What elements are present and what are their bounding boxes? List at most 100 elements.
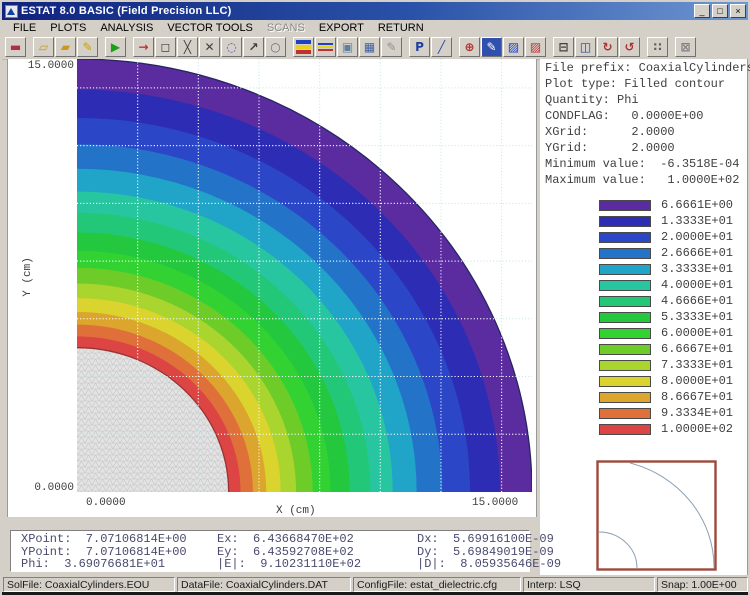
element-view-icon[interactable]: ▣ (337, 37, 358, 57)
geometry-overview-thumbnail[interactable] (596, 460, 718, 572)
legend-row: 7.3333E+01 (545, 357, 747, 373)
plot-info-line: YGrid: 2.0000 (545, 140, 747, 156)
menu-item-file[interactable]: FILE (6, 22, 43, 34)
readout-value: Ex: 6.43668470E+02 (217, 533, 417, 546)
mouse-tool-icon[interactable]: ○ (265, 37, 286, 57)
title-bar[interactable]: ESTAT 8.0 BASIC (Field Precision LLC) _ … (2, 2, 748, 20)
x-axis-title: X (cm) (276, 505, 316, 517)
readout-value: XPoint: 7.07106814E+00 (21, 533, 217, 546)
legend-value: 4.0000E+01 (661, 278, 733, 292)
line-scan-icon[interactable]: ╱ (431, 37, 452, 57)
window-title: ESTAT 8.0 BASIC (Field Precision LLC) (21, 5, 694, 17)
window-controls: _ □ × (694, 4, 746, 18)
edit-file-icon[interactable]: ✎ (77, 37, 98, 57)
legend-swatch (599, 408, 651, 419)
status-bar: SolFile: CoaxialCylinders.EOU DataFile: … (2, 577, 748, 592)
legend-row: 6.6661E+00 (545, 197, 747, 213)
filled-contour-icon[interactable] (293, 37, 314, 57)
legend-row: 6.6667E+01 (545, 341, 747, 357)
legend-value: 1.3333E+01 (661, 214, 733, 228)
close-button[interactable]: × (730, 4, 746, 18)
menu-item-plots[interactable]: PLOTS (43, 22, 93, 34)
annotate-icon[interactable]: ✎ (481, 37, 502, 57)
results-panel: File prefix: CoaxialCylinders.EPlot type… (540, 59, 748, 575)
legend-row: 4.6666E+01 (545, 293, 747, 309)
minimize-button[interactable]: _ (694, 4, 710, 18)
stripe (296, 40, 311, 44)
plot-panel: 15.0000 0.0000 0.0000 15.0000 X (cm) Y (… (8, 59, 537, 517)
legend-value: 6.6667E+01 (661, 342, 733, 356)
legend-swatch (599, 264, 651, 275)
legend-row: 3.3333E+01 (545, 261, 747, 277)
legend-value: 3.3333E+01 (661, 262, 733, 276)
export-view-icon[interactable]: → (133, 37, 154, 57)
open-solution-icon[interactable]: ▱ (33, 37, 54, 57)
legend-row: 1.3333E+01 (545, 213, 747, 229)
legend-value: 1.0000E+02 (661, 422, 733, 436)
legend-swatch (599, 312, 651, 323)
stripe (318, 43, 333, 45)
legend-swatch (599, 328, 651, 339)
legend-value: 6.6661E+00 (661, 198, 733, 212)
status-snap: Snap: 1.00E+00 (657, 577, 748, 592)
menu-item-export[interactable]: EXPORT (312, 22, 371, 34)
readout-value: Phi: 3.69076681E+01 (21, 558, 217, 571)
legend-row: 5.3333E+01 (545, 309, 747, 325)
plot-info-line: Minimum value: -6.3518E-04 (545, 156, 747, 172)
y-axis-min-tick: 0.0000 (27, 482, 74, 494)
none-icon[interactable]: ⊠ (675, 37, 696, 57)
exit-icon[interactable]: ▬ (5, 37, 26, 57)
edit-off-icon[interactable]: ✎ (381, 37, 402, 57)
legend-swatch (599, 248, 651, 259)
maximize-button[interactable]: □ (712, 4, 728, 18)
legend-swatch (599, 232, 651, 243)
legend-value: 2.6666E+01 (661, 246, 733, 260)
plot-info-line: Maximum value: 1.0000E+02 (545, 172, 747, 188)
legend-swatch (599, 280, 651, 291)
readout-value: |E|: 9.10231110E+02 (217, 558, 417, 571)
expand-view-icon[interactable]: ✕ (199, 37, 220, 57)
point-probe-icon[interactable]: P (409, 37, 430, 57)
menu-item-analysis[interactable]: ANALYSIS (93, 22, 160, 34)
rotate-back-icon[interactable]: ↺ (619, 37, 640, 57)
hatch-blue-icon[interactable]: ▨ (503, 37, 524, 57)
magnify-icon[interactable]: ⊕ (459, 37, 480, 57)
zoom-in-icon[interactable]: ╳ (177, 37, 198, 57)
print-icon[interactable]: ⊟ (553, 37, 574, 57)
legend-swatch (599, 216, 651, 227)
rotate-fwd-icon[interactable]: ↻ (597, 37, 618, 57)
plot-info-block: File prefix: CoaxialCylinders.EPlot type… (545, 60, 747, 188)
open-data-icon[interactable]: ▰ (55, 37, 76, 57)
stripe (318, 46, 333, 48)
legend-value: 5.3333E+01 (661, 310, 733, 324)
contour-lines-icon[interactable] (315, 37, 336, 57)
legend-value: 6.0000E+01 (661, 326, 733, 340)
legend-swatch (599, 424, 651, 435)
snap-grid-icon[interactable]: ∷ (647, 37, 668, 57)
legend-value: 9.3334E+01 (661, 406, 733, 420)
zoom-window-icon[interactable]: ◻ (155, 37, 176, 57)
hatch-red-icon[interactable]: ▨ (525, 37, 546, 57)
legend-row: 1.0000E+02 (545, 421, 747, 437)
mesh-view-icon[interactable]: ▦ (359, 37, 380, 57)
region-select-icon[interactable]: ◌ (221, 37, 242, 57)
contour-plot[interactable] (8, 59, 536, 517)
menu-item-return[interactable]: RETURN (371, 22, 431, 34)
stripe (318, 49, 333, 51)
plot-info-line: Plot type: Filled contour (545, 76, 747, 92)
legend-swatch (599, 296, 651, 307)
menu-bar: FILEPLOTSANALYSISVECTOR TOOLSSCANSEXPORT… (2, 20, 748, 35)
menu-item-vector-tools[interactable]: VECTOR TOOLS (160, 22, 260, 34)
app-window: ESTAT 8.0 BASIC (Field Precision LLC) _ … (0, 0, 750, 593)
run-icon[interactable]: ▶ (105, 37, 126, 57)
legend-swatch (599, 344, 651, 355)
y-axis-title: Y (cm) (22, 257, 34, 297)
pan-icon[interactable]: ↗ (243, 37, 264, 57)
status-datafile: DataFile: CoaxialCylinders.DAT (177, 577, 351, 592)
save-plot-icon[interactable]: ◫ (575, 37, 596, 57)
x-axis-max-tick: 15.0000 (472, 497, 532, 509)
legend-swatch (599, 200, 651, 211)
legend-value: 8.0000E+01 (661, 374, 733, 388)
readout-value: Dx: 5.69916100E-09 (417, 533, 561, 546)
status-interp: Interp: LSQ (523, 577, 655, 592)
